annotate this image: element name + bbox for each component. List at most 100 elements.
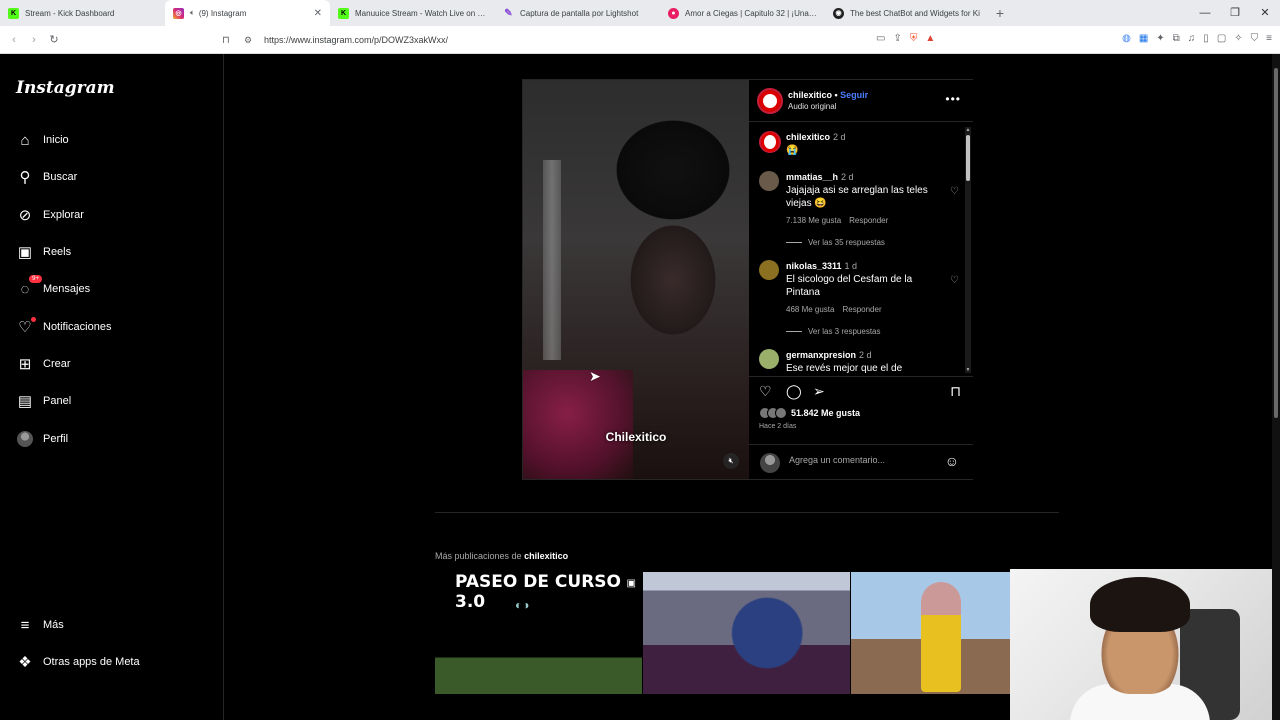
close-window-icon[interactable]: ✕ [1250, 0, 1280, 26]
music-icon[interactable]: ♫ [1188, 33, 1196, 44]
cast-icon[interactable]: ▭ [876, 33, 885, 44]
like-heart-icon[interactable]: ♡ [950, 186, 959, 197]
scroll-up-icon[interactable]: ▲ [965, 127, 971, 133]
comments-scrollbar[interactable]: ▲ ▼ [965, 127, 971, 373]
username-link[interactable]: nikolas_3311 [786, 261, 842, 271]
bookmark-icon[interactable]: ⊓ [950, 383, 961, 400]
tab-kick-stream[interactable]: K Manuuice Stream - Watch Live on Kick [330, 0, 495, 26]
minimize-icon[interactable]: — [1190, 0, 1220, 26]
extension-badge-icon[interactable]: ▦ [1139, 33, 1148, 44]
reels-icon: ▣ [17, 244, 33, 261]
instagram-logo[interactable]: Instagram [16, 78, 115, 98]
leo-icon[interactable]: ✧ [1234, 33, 1242, 44]
avatar[interactable] [757, 88, 783, 114]
more-posts-username[interactable]: chilexitico [524, 551, 568, 561]
tab-title: The best ChatBot and Widgets for Ki [850, 8, 980, 18]
brave-shield-icon[interactable]: ⛨ [910, 33, 918, 44]
vpn-icon[interactable]: ⛉ [1251, 33, 1259, 44]
forward-icon[interactable]: › [24, 34, 44, 46]
like-heart-icon[interactable]: ♡ [950, 275, 959, 286]
comment-time: 1 d [844, 261, 858, 271]
sidebar-item-panel[interactable]: ▤ Panel [16, 389, 71, 413]
sidebar-item-otras-apps[interactable]: ❖ Otras apps de Meta [16, 650, 139, 674]
notification-dot [31, 317, 36, 322]
sidebar-item-perfil[interactable]: Perfil [16, 427, 68, 451]
url-field[interactable]: ⊓ ⚙ https://www.instagram.com/p/DOWZ3xak… [222, 30, 967, 50]
reply-button[interactable]: Responder [842, 305, 881, 314]
sidebar-item-inicio[interactable]: ⌂ Inicio [16, 128, 69, 152]
close-icon[interactable]: ✕ [314, 8, 322, 19]
site-settings-icon[interactable]: ⚙ [244, 35, 260, 46]
sidebar-item-buscar[interactable]: ⚲ Buscar [16, 165, 78, 189]
audio-link[interactable]: Audio original [788, 102, 836, 111]
tab-amor-a-ciegas[interactable]: ● Amor a Ciegas | Capitulo 32 | ¡Una pa [660, 0, 825, 26]
avatar[interactable] [759, 260, 779, 280]
thumbnail-image: ◐◑ [515, 598, 530, 612]
tab-kick-dashboard[interactable]: K Stream - Kick Dashboard [0, 0, 165, 26]
sidebar-item-label: Inicio [43, 134, 69, 146]
comment-likes[interactable]: 468 Me gusta [786, 305, 834, 314]
view-replies-button[interactable]: Ver las 3 respuestas [786, 327, 880, 336]
username-link[interactable]: germanxpresion [786, 350, 856, 360]
share-icon[interactable]: ➢ [813, 383, 825, 400]
more-posts-prefix: Más publicaciones de [435, 551, 525, 561]
avatar [16, 430, 34, 448]
comment-likes[interactable]: 7.138 Me gusta [786, 216, 841, 225]
post-thumbnail[interactable] [643, 572, 850, 694]
avatar[interactable] [759, 171, 779, 191]
new-tab-button[interactable]: + [990, 5, 1010, 21]
sidebar-item-reels[interactable]: ▣ Reels [16, 240, 71, 264]
view-replies-button[interactable]: Ver las 35 respuestas [786, 238, 885, 247]
tab-search-icon[interactable]: ⧉ [1173, 33, 1180, 44]
avatar[interactable] [759, 349, 779, 369]
sidebar-item-notificaciones[interactable]: ♡ Notificaciones [16, 315, 111, 339]
speaker-icon[interactable]: 🔈︎ [190, 8, 195, 18]
post-author: chilexitico • Seguir [788, 90, 868, 100]
page-scrollbar-thumb[interactable] [1274, 68, 1278, 418]
sidebar-item-mensajes[interactable]: ◌ 9+ Mensajes [16, 275, 90, 301]
tab-title: Manuuice Stream - Watch Live on Kick [355, 8, 487, 18]
sidebar-item-label: Panel [43, 395, 72, 407]
page-scrollbar[interactable] [1272, 54, 1280, 720]
scroll-down-icon[interactable]: ▼ [965, 367, 971, 373]
avatar[interactable] [759, 131, 781, 153]
sidebar-item-explorar[interactable]: ⊘ Explorar [16, 203, 84, 227]
menu-icon[interactable]: ≡ [1266, 33, 1272, 44]
reply-button[interactable]: Responder [849, 216, 888, 225]
post-thumbnail[interactable]: PASEO DE CURSO 3.0 ◐◑ ▣ [435, 572, 642, 694]
scrollbar-thumb[interactable] [966, 135, 970, 181]
username-link[interactable]: mmatias__h [786, 172, 838, 182]
feather-icon: ✎ [504, 7, 513, 19]
puzzle-icon[interactable]: ✦ [1156, 33, 1164, 44]
tab-chatbot[interactable]: ◉ The best ChatBot and Widgets for Ki [825, 0, 990, 26]
rewards-icon[interactable]: ▲ [925, 33, 935, 44]
reload-icon[interactable]: ↻ [44, 33, 64, 46]
url-text[interactable]: https://www.instagram.com/p/DOWZ3xakWxx/ [264, 35, 448, 45]
post-author-username[interactable]: chilexitico [788, 90, 832, 100]
comment-text: Jajajaja asi se arreglan las teles vieja… [786, 185, 928, 209]
sidebar-item-crear[interactable]: ⊞ Crear [16, 352, 71, 376]
back-icon[interactable]: ‹ [4, 34, 24, 46]
more-options-icon[interactable]: ••• [945, 92, 961, 106]
sidebar-item-label: Buscar [43, 171, 78, 183]
reel-video[interactable]: Chilexitico 🔇︎ ➤ [523, 80, 749, 479]
sidebar-icon[interactable]: ▯ [1203, 33, 1209, 44]
like-icon[interactable]: ♡ [759, 383, 772, 400]
bookmark-icon[interactable]: ⊓ [222, 35, 238, 46]
wallet-icon[interactable]: ◍ [1122, 33, 1131, 44]
emoji-icon[interactable]: ☺ [945, 453, 959, 469]
restore-icon[interactable]: ❐ [1220, 0, 1250, 26]
comment-icon[interactable]: ◯ [786, 383, 802, 400]
comment-input[interactable]: Agrega un comentario... [789, 455, 885, 465]
sidebar-item-mas[interactable]: ≡ Más [16, 613, 64, 637]
follow-button[interactable]: Seguir [840, 90, 868, 100]
tab-lightshot[interactable]: ✎ Captura de pantalla por Lightshot [495, 0, 660, 26]
tab-instagram[interactable]: ◎ 🔈︎ (9) Instagram ✕ [165, 0, 330, 26]
share-icon[interactable]: ⇪ [893, 33, 901, 44]
username-link[interactable]: chilexitico [786, 132, 830, 142]
comment-time: 2 d [859, 350, 872, 360]
likes-count[interactable]: 51.842 Me gusta [759, 407, 860, 419]
wallet2-icon[interactable]: ▢ [1217, 33, 1226, 44]
comment-meta: 468 Me gusta Responder [786, 305, 882, 314]
mute-icon[interactable]: 🔇︎ [723, 453, 739, 469]
